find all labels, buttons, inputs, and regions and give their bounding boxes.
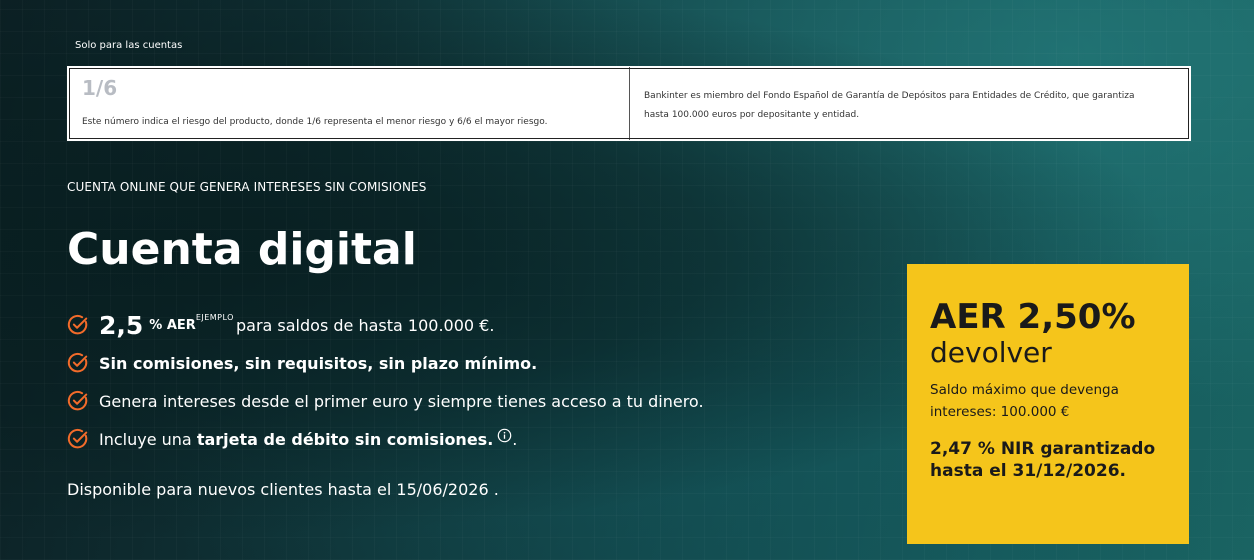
rate-unit: % AER [149, 317, 196, 333]
risk-description: Este número indica el riesgo del product… [82, 117, 548, 127]
benefit-item-debit-card: Incluye una tarjeta de débito sin comisi… [67, 420, 704, 458]
product-eyebrow: CUENTA ONLINE QUE GENERA INTERESES SIN C… [67, 180, 427, 194]
benefit-item-interest: Genera intereses desde el primer euro y … [67, 382, 704, 420]
guarantee-line-2: hasta 100.000 euros por depositante y en… [644, 109, 860, 120]
page-title: Cuenta digital [67, 224, 417, 275]
promo-nir-line-1: 2,47 % NIR garantizado [930, 438, 1156, 459]
risk-number: 1/6 [82, 76, 118, 100]
risk-indicator: 1/6 Este número indica el riesgo del pro… [68, 67, 630, 140]
benefit-item-rate: 2,5 % AER EJEMPLO para saldos de hasta 1… [67, 306, 704, 344]
interest-text: Genera intereses desde el primer euro y … [99, 391, 704, 411]
rate-text: para saldos de hasta 100.000 €. [235, 315, 495, 335]
debit-card-suffix: . [512, 429, 518, 449]
debit-card-prefix: Incluye una [99, 429, 197, 449]
risk-indicator-box: 1/6 Este número indica el riesgo del pro… [67, 66, 1191, 141]
check-circle-icon [67, 314, 88, 335]
no-fees-text: Sin comisiones, sin requisitos, sin plaz… [99, 353, 538, 373]
debit-card-bold: tarjeta de débito sin comisiones. [196, 429, 494, 449]
promo-nir: 2,47 % NIR garantizado hasta el 31/12/20… [930, 438, 1167, 482]
check-circle-icon [67, 390, 88, 411]
solo-label: Solo para las cuentas [75, 40, 183, 51]
deposit-guarantee-note: Bankinter es miembro del Fondo Español d… [630, 67, 1190, 140]
availability-note: Disponible para nuevos clientes hasta el… [67, 480, 499, 499]
promo-max-balance: Saldo máximo que devenga intereses: 100.… [930, 382, 1119, 421]
benefit-item-no-fees: Sin comisiones, sin requisitos, sin plaz… [67, 344, 704, 382]
info-icon[interactable] [497, 428, 512, 443]
benefits-list: 2,5 % AER EJEMPLO para saldos de hasta 1… [67, 306, 704, 458]
rate-value: 2,5 [99, 310, 144, 340]
promo-rate: AER 2,50% [930, 297, 1136, 337]
promo-subtitle: devolver [930, 335, 1052, 369]
guarantee-line-1: Bankinter es miembro del Fondo Español d… [644, 91, 1135, 101]
promo-card: AER 2,50% devolver Saldo máximo que deve… [907, 264, 1189, 544]
check-circle-icon [67, 428, 88, 449]
check-circle-icon [67, 352, 88, 373]
rate-example-tag: EJEMPLO [195, 312, 234, 322]
promo-nir-line-2: hasta el 31/12/2026. [930, 460, 1126, 481]
